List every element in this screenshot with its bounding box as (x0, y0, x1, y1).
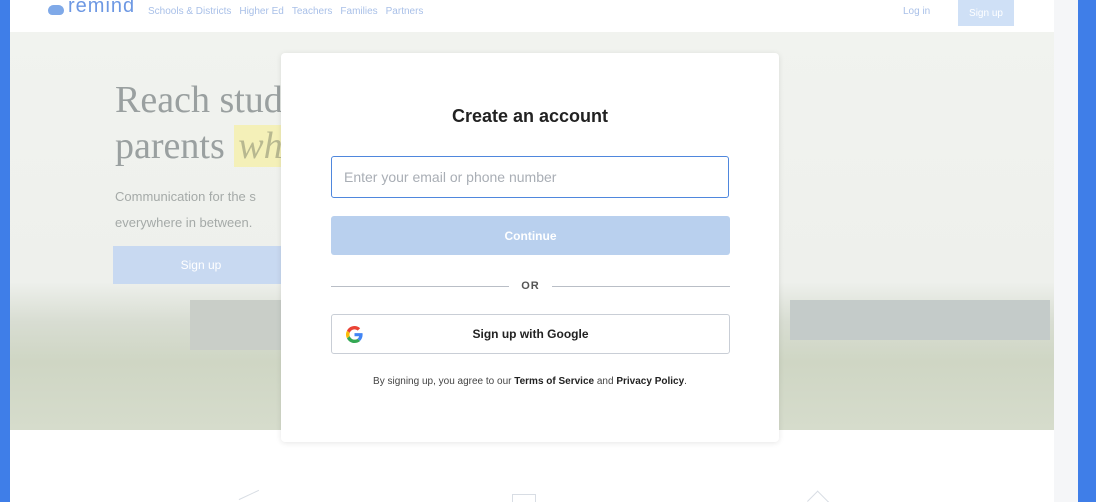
brand-logo[interactable]: remind (48, 0, 135, 20)
hero-title-highlight: wh (234, 125, 287, 167)
brand-name: remind (68, 0, 136, 17)
feature-icon-chat (512, 494, 536, 502)
nav-item-teachers[interactable]: Teachers (292, 6, 333, 17)
hero-title-plain: parents (115, 125, 235, 167)
feature-icon-home (807, 490, 829, 502)
nav-item-families[interactable]: Families (340, 6, 377, 17)
google-signup-label: Sign up with Google (472, 327, 589, 341)
legal-and: and (594, 376, 617, 387)
hero-building-right (790, 300, 1050, 340)
remind-logo-icon (48, 5, 64, 15)
privacy-link[interactable]: Privacy Policy (616, 376, 684, 387)
hero-title: Reach stud parents wh (115, 77, 287, 169)
or-line-left (331, 285, 510, 287)
continue-button[interactable]: Continue (331, 216, 730, 255)
main-nav: Schools & Districts Higher Ed Teachers F… (148, 6, 423, 17)
or-divider: OR (331, 279, 730, 293)
terms-link[interactable]: Terms of Service (514, 376, 594, 387)
nav-item-higher-ed[interactable]: Higher Ed (239, 6, 283, 17)
google-g-icon (346, 326, 363, 343)
legal-notice: By signing up, you agree to our Terms of… (281, 376, 779, 387)
or-label: OR (521, 280, 540, 292)
feature-icon-send (238, 489, 264, 502)
top-nav: remind Schools & Districts Higher Ed Tea… (10, 0, 1054, 32)
legal-prefix: By signing up, you agree to our (373, 376, 515, 387)
hero-subtitle: Communication for the s everywhere in be… (115, 184, 256, 236)
google-signup-button[interactable]: Sign up with Google (331, 314, 730, 354)
hero-subtitle-line-1: Communication for the s (115, 189, 256, 204)
hero-title-line-2: parents wh (115, 123, 287, 169)
modal-title: Create an account (451, 106, 609, 126)
signup-modal: Create an account Continue OR Sign up wi… (281, 53, 779, 442)
legal-suffix: . (684, 376, 687, 387)
hero-signup-button[interactable]: Sign up (113, 246, 289, 284)
hero-title-line-1: Reach stud (115, 79, 283, 121)
login-link[interactable]: Log in (903, 6, 930, 17)
hero-subtitle-line-2: everywhere in between. (115, 215, 253, 230)
or-line-right (551, 285, 730, 287)
nav-item-schools[interactable]: Schools & Districts (148, 6, 231, 17)
scrollbar-track[interactable] (1054, 0, 1078, 502)
email-or-phone-input[interactable] (331, 156, 729, 198)
header-signup-button[interactable]: Sign up (958, 0, 1014, 26)
nav-item-partners[interactable]: Partners (386, 6, 424, 17)
